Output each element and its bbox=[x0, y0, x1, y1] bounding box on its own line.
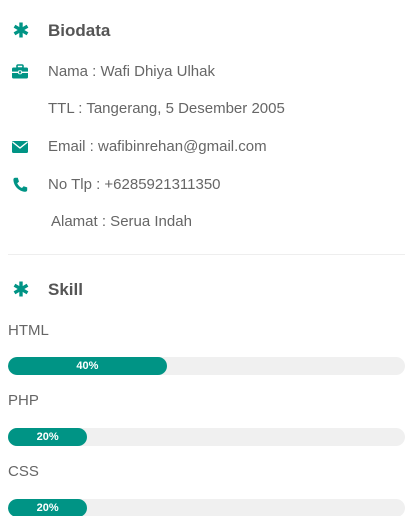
asterisk-icon bbox=[13, 22, 29, 38]
progress-track-php: 20% bbox=[8, 428, 405, 446]
briefcase-icon bbox=[12, 64, 28, 79]
progress-fill-php: 20% bbox=[8, 428, 88, 446]
skill-label-html: HTML bbox=[8, 322, 49, 339]
biodata-title: Biodata bbox=[48, 21, 111, 40]
ttl-text: TTL : Tangerang, 5 Desember 2005 bbox=[48, 100, 285, 117]
progress-fill-css: 20% bbox=[8, 499, 88, 516]
progress-fill-html: 40% bbox=[8, 357, 167, 375]
skill-label-php: PHP bbox=[8, 392, 39, 409]
phone-icon bbox=[13, 177, 28, 192]
nama-text: Nama : Wafi Dhiya Ulhak bbox=[48, 63, 215, 80]
profile-page: Biodata Nama : Wafi Dhiya Ulhak TTL : Ta… bbox=[0, 0, 418, 516]
envelope-icon bbox=[12, 141, 28, 153]
alamat-text: Alamat : Serua Indah bbox=[51, 213, 192, 230]
progress-track-css: 20% bbox=[8, 499, 405, 516]
skill-title: Skill bbox=[48, 280, 83, 299]
skill-label-css: CSS bbox=[8, 463, 39, 480]
progress-track-html: 40% bbox=[8, 357, 405, 375]
biodata-row-phone: No Tlp : +6285921311350 bbox=[0, 175, 410, 195]
section-divider bbox=[8, 254, 405, 255]
phone-text: No Tlp : +6285921311350 bbox=[48, 176, 221, 193]
asterisk-icon bbox=[13, 281, 29, 297]
biodata-row-alamat: Alamat : Serua Indah bbox=[0, 212, 410, 232]
biodata-row-email: Email : wafibinrehan@gmail.com bbox=[0, 137, 410, 157]
email-text: Email : wafibinrehan@gmail.com bbox=[48, 138, 267, 155]
biodata-row-ttl: TTL : Tangerang, 5 Desember 2005 bbox=[0, 99, 410, 119]
biodata-row-nama: Nama : Wafi Dhiya Ulhak bbox=[0, 62, 410, 82]
